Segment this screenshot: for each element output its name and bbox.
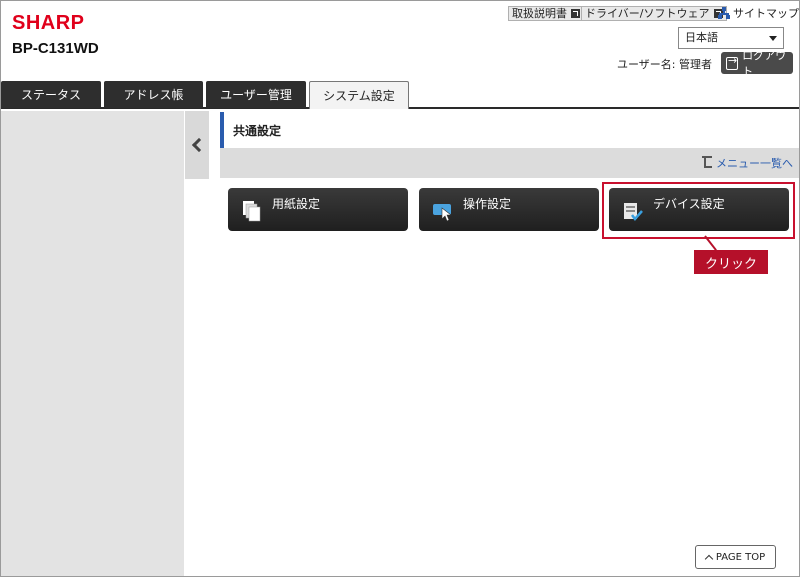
external-link-icon: [571, 9, 580, 18]
operation-settings-button[interactable]: 操作設定: [419, 188, 599, 231]
manual-link-label: 取扱説明書: [512, 7, 567, 20]
paper-settings-label: 用紙設定: [272, 197, 321, 211]
paper-settings-button[interactable]: 用紙設定: [228, 188, 408, 231]
language-select[interactable]: 日本語: [678, 27, 784, 49]
sharp-logo: SHARP: [12, 12, 85, 34]
section-title: 共通設定: [220, 112, 799, 148]
tab-status[interactable]: ステータス: [1, 81, 101, 108]
page-top-label: PAGE TOP: [715, 551, 766, 563]
click-callout: クリック: [694, 250, 768, 274]
touch-panel-icon: [433, 204, 452, 222]
tab-system-settings[interactable]: システム設定: [309, 81, 409, 109]
chevron-up-icon: [704, 554, 714, 563]
chevron-down-icon: [769, 36, 777, 41]
menu-list-link-label: メニュー一覧へ: [716, 157, 793, 170]
language-value: 日本語: [685, 31, 718, 44]
page-top-button[interactable]: PAGE TOP: [695, 545, 776, 569]
sitemap-label: サイトマップ: [733, 7, 799, 20]
driver-software-link[interactable]: ドライバー/ソフトウェア: [581, 6, 727, 21]
driver-software-link-label: ドライバー/ソフトウェア: [585, 7, 710, 20]
sitemap-link[interactable]: サイトマップ: [718, 5, 799, 21]
logout-label: ログアウト: [742, 49, 787, 78]
model-name: BP-C131WD: [12, 40, 99, 57]
manual-link[interactable]: 取扱説明書: [508, 6, 584, 21]
username-display: ユーザー名: 管理者: [617, 58, 712, 71]
main-tab-bar: ステータス アドレス帳 ユーザー管理 システム設定: [1, 81, 799, 109]
chevron-left-icon: [191, 137, 207, 153]
paper-stack-icon: [243, 201, 261, 222]
logout-button[interactable]: ログアウト: [721, 49, 793, 78]
logout-icon: [726, 54, 739, 70]
tab-address-book[interactable]: アドレス帳: [104, 81, 203, 108]
menu-strip: メニュー一覧へ: [220, 148, 799, 178]
sidebar: [1, 111, 184, 576]
back-arrow-icon: [700, 156, 714, 170]
tab-user-management[interactable]: ユーザー管理: [206, 81, 306, 108]
sitemap-icon: [718, 7, 730, 19]
highlight-box: [602, 182, 795, 239]
sidebar-collapse-button[interactable]: [185, 111, 209, 179]
menu-list-link[interactable]: メニュー一覧へ: [700, 155, 793, 171]
operation-settings-label: 操作設定: [463, 197, 512, 211]
